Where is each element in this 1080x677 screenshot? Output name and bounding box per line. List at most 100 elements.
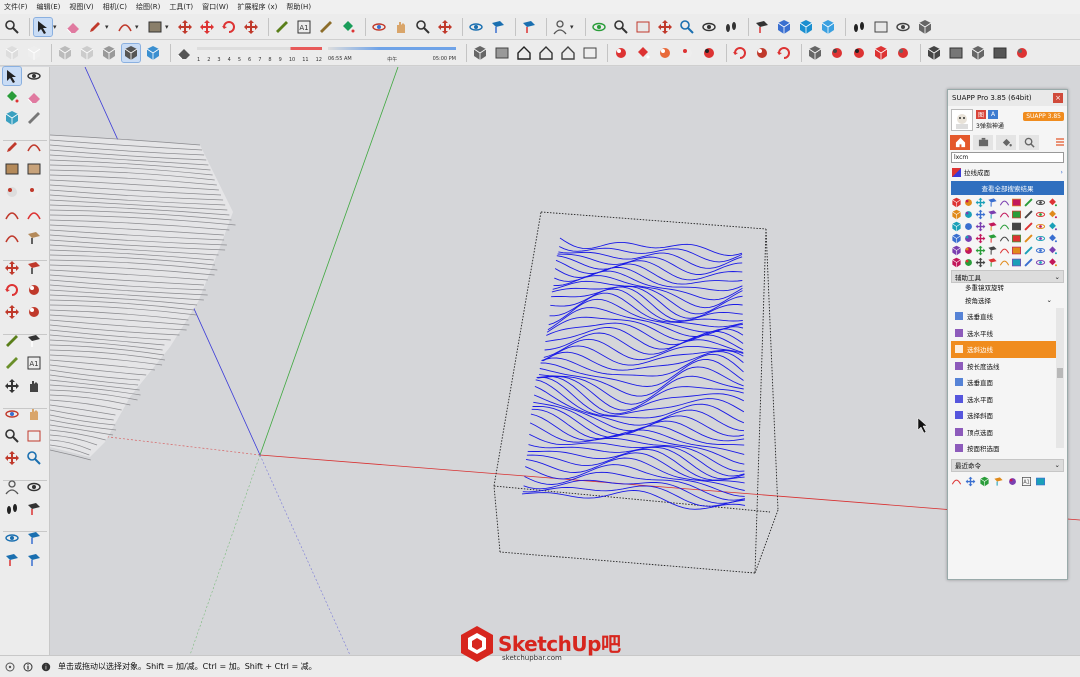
back-view-icon[interactable]	[559, 44, 577, 62]
scrollbar-thumb[interactable]	[1057, 368, 1063, 378]
suapp-tool-2-icon[interactable]	[656, 44, 674, 62]
scale-icon[interactable]	[3, 303, 21, 321]
scale-tool-icon[interactable]	[242, 18, 260, 36]
search-result-item[interactable]: 拉线成面 ›	[948, 165, 1067, 179]
suapp-tool-13-icon[interactable]	[925, 44, 943, 62]
monochrome-icon[interactable]	[144, 44, 162, 62]
plugin-tool-icon[interactable]	[951, 233, 962, 244]
plugin-tool-icon[interactable]	[975, 233, 986, 244]
aux-tools-header[interactable]: 辅助工具 ⌄	[951, 270, 1064, 283]
zoom-window-icon[interactable]	[612, 18, 630, 36]
select-tool-item[interactable]: 选择斜面	[951, 407, 1064, 424]
zoom-extents-icon[interactable]	[436, 18, 454, 36]
dropdown-caret-icon[interactable]: ▾	[105, 23, 112, 31]
xray-icon[interactable]	[3, 44, 21, 62]
plugin-tool-icon[interactable]	[1035, 221, 1046, 232]
component-make-icon[interactable]	[25, 67, 43, 85]
plugin-tool-icon[interactable]	[1035, 197, 1046, 208]
section-tool-icon[interactable]	[25, 500, 43, 518]
paint-bucket-icon[interactable]	[339, 18, 357, 36]
tag-icon[interactable]	[25, 109, 43, 127]
pan-icon[interactable]	[392, 18, 410, 36]
recent-command-icon[interactable]	[951, 476, 962, 487]
plugin-tool-icon[interactable]	[1011, 245, 1022, 256]
suapp-tool-6-icon[interactable]	[753, 44, 771, 62]
plugin-tool-icon[interactable]	[999, 233, 1010, 244]
walk-icon[interactable]	[722, 18, 740, 36]
plugin-tool-icon[interactable]	[999, 197, 1010, 208]
offset-icon[interactable]	[25, 303, 43, 321]
panel-close-button[interactable]: ×	[1053, 93, 1063, 103]
axes-tool-icon[interactable]	[317, 18, 335, 36]
plugin-tool-icon[interactable]	[1011, 233, 1022, 244]
select-tool-item[interactable]: 选水平面	[951, 391, 1064, 408]
menu-item-2[interactable]: 视图(V)	[69, 2, 93, 12]
plugin-tool-icon[interactable]	[951, 221, 962, 232]
solid-union-icon[interactable]	[3, 529, 21, 547]
plugin-tool-icon[interactable]	[975, 221, 986, 232]
plugin-tool-icon[interactable]	[975, 197, 986, 208]
dropdown-caret-icon[interactable]: ▾	[165, 23, 172, 31]
plugin-tool-icon[interactable]	[1047, 245, 1058, 256]
front-view-icon[interactable]	[515, 44, 533, 62]
plugin-tool-icon[interactable]	[951, 197, 962, 208]
plugin-tool-icon[interactable]	[1023, 233, 1034, 244]
zoom-2-icon[interactable]	[3, 427, 21, 445]
plugin-tool-icon[interactable]	[999, 221, 1010, 232]
plugin-tool-icon[interactable]	[1035, 245, 1046, 256]
component-icon[interactable]	[467, 18, 485, 36]
group-icon[interactable]	[3, 109, 21, 127]
top-view-icon[interactable]	[493, 44, 511, 62]
plugin-tool-icon[interactable]	[1047, 197, 1058, 208]
shape-tool-icon[interactable]	[146, 18, 164, 36]
polygon-icon[interactable]	[25, 183, 43, 201]
suapp-tool-5-icon[interactable]	[731, 44, 749, 62]
plugin-tool-icon[interactable]	[987, 197, 998, 208]
suapp-tool-7-icon[interactable]	[775, 44, 793, 62]
recent-command-icon[interactable]	[1035, 476, 1046, 487]
select-tool-item[interactable]: 顶点选面	[951, 424, 1064, 441]
previous-view-icon[interactable]	[634, 18, 652, 36]
tape-icon[interactable]	[3, 332, 21, 350]
suapp-tool-12-icon[interactable]	[894, 44, 912, 62]
freehand-icon[interactable]	[25, 138, 43, 156]
plugin-tool-icon[interactable]	[1011, 209, 1022, 220]
suapp-tool-15-icon[interactable]	[969, 44, 987, 62]
plugin-tool-icon[interactable]	[1047, 209, 1058, 220]
plugin-tool-icon[interactable]	[963, 209, 974, 220]
eye-icon[interactable]	[700, 18, 718, 36]
position-icon[interactable]	[3, 478, 21, 496]
text-tool-icon[interactable]: A1	[295, 18, 313, 36]
paint-icon[interactable]	[3, 88, 21, 106]
plugin-tool-icon[interactable]	[963, 245, 974, 256]
select-mode-dropdown[interactable]: 按角选择 ⌄	[951, 293, 1064, 306]
version-button[interactable]: SUAPP 3.85	[1023, 112, 1064, 121]
suapp-tool-1-icon[interactable]	[634, 44, 652, 62]
wireframe-icon[interactable]	[56, 44, 74, 62]
window-icon[interactable]	[872, 18, 890, 36]
plugin-tool-icon[interactable]	[987, 233, 998, 244]
text-icon[interactable]: A1	[25, 354, 43, 372]
previous-icon[interactable]	[25, 449, 43, 467]
solid-trim-icon[interactable]	[3, 551, 21, 569]
plugin-tool-icon[interactable]	[975, 257, 986, 268]
select-tool-item[interactable]: 选水平线	[951, 325, 1064, 342]
recent-command-icon[interactable]: A1	[1021, 476, 1032, 487]
plugin-tool-icon[interactable]	[1023, 221, 1034, 232]
suapp-logo-icon[interactable]	[612, 44, 630, 62]
shadows-toggle-icon[interactable]	[175, 44, 193, 62]
walk-tool-icon[interactable]	[3, 500, 21, 518]
right-view-icon[interactable]	[537, 44, 555, 62]
recent-command-icon[interactable]	[965, 476, 976, 487]
list-view-icon[interactable]	[1055, 137, 1065, 147]
plugin-tool-icon[interactable]	[1023, 245, 1034, 256]
menu-item-8[interactable]: 帮助(H)	[286, 2, 311, 12]
shaded-textures-icon[interactable]	[121, 42, 141, 63]
tab-search[interactable]	[1019, 134, 1039, 150]
eraser-icon[interactable]	[64, 18, 82, 36]
left-view-icon[interactable]	[581, 44, 599, 62]
partial-item[interactable]: 多重镜双旋转	[951, 283, 1064, 291]
plugin-tool-icon[interactable]	[987, 221, 998, 232]
plugin-tool-icon[interactable]	[999, 245, 1010, 256]
help-icon[interactable]: i	[40, 661, 52, 673]
